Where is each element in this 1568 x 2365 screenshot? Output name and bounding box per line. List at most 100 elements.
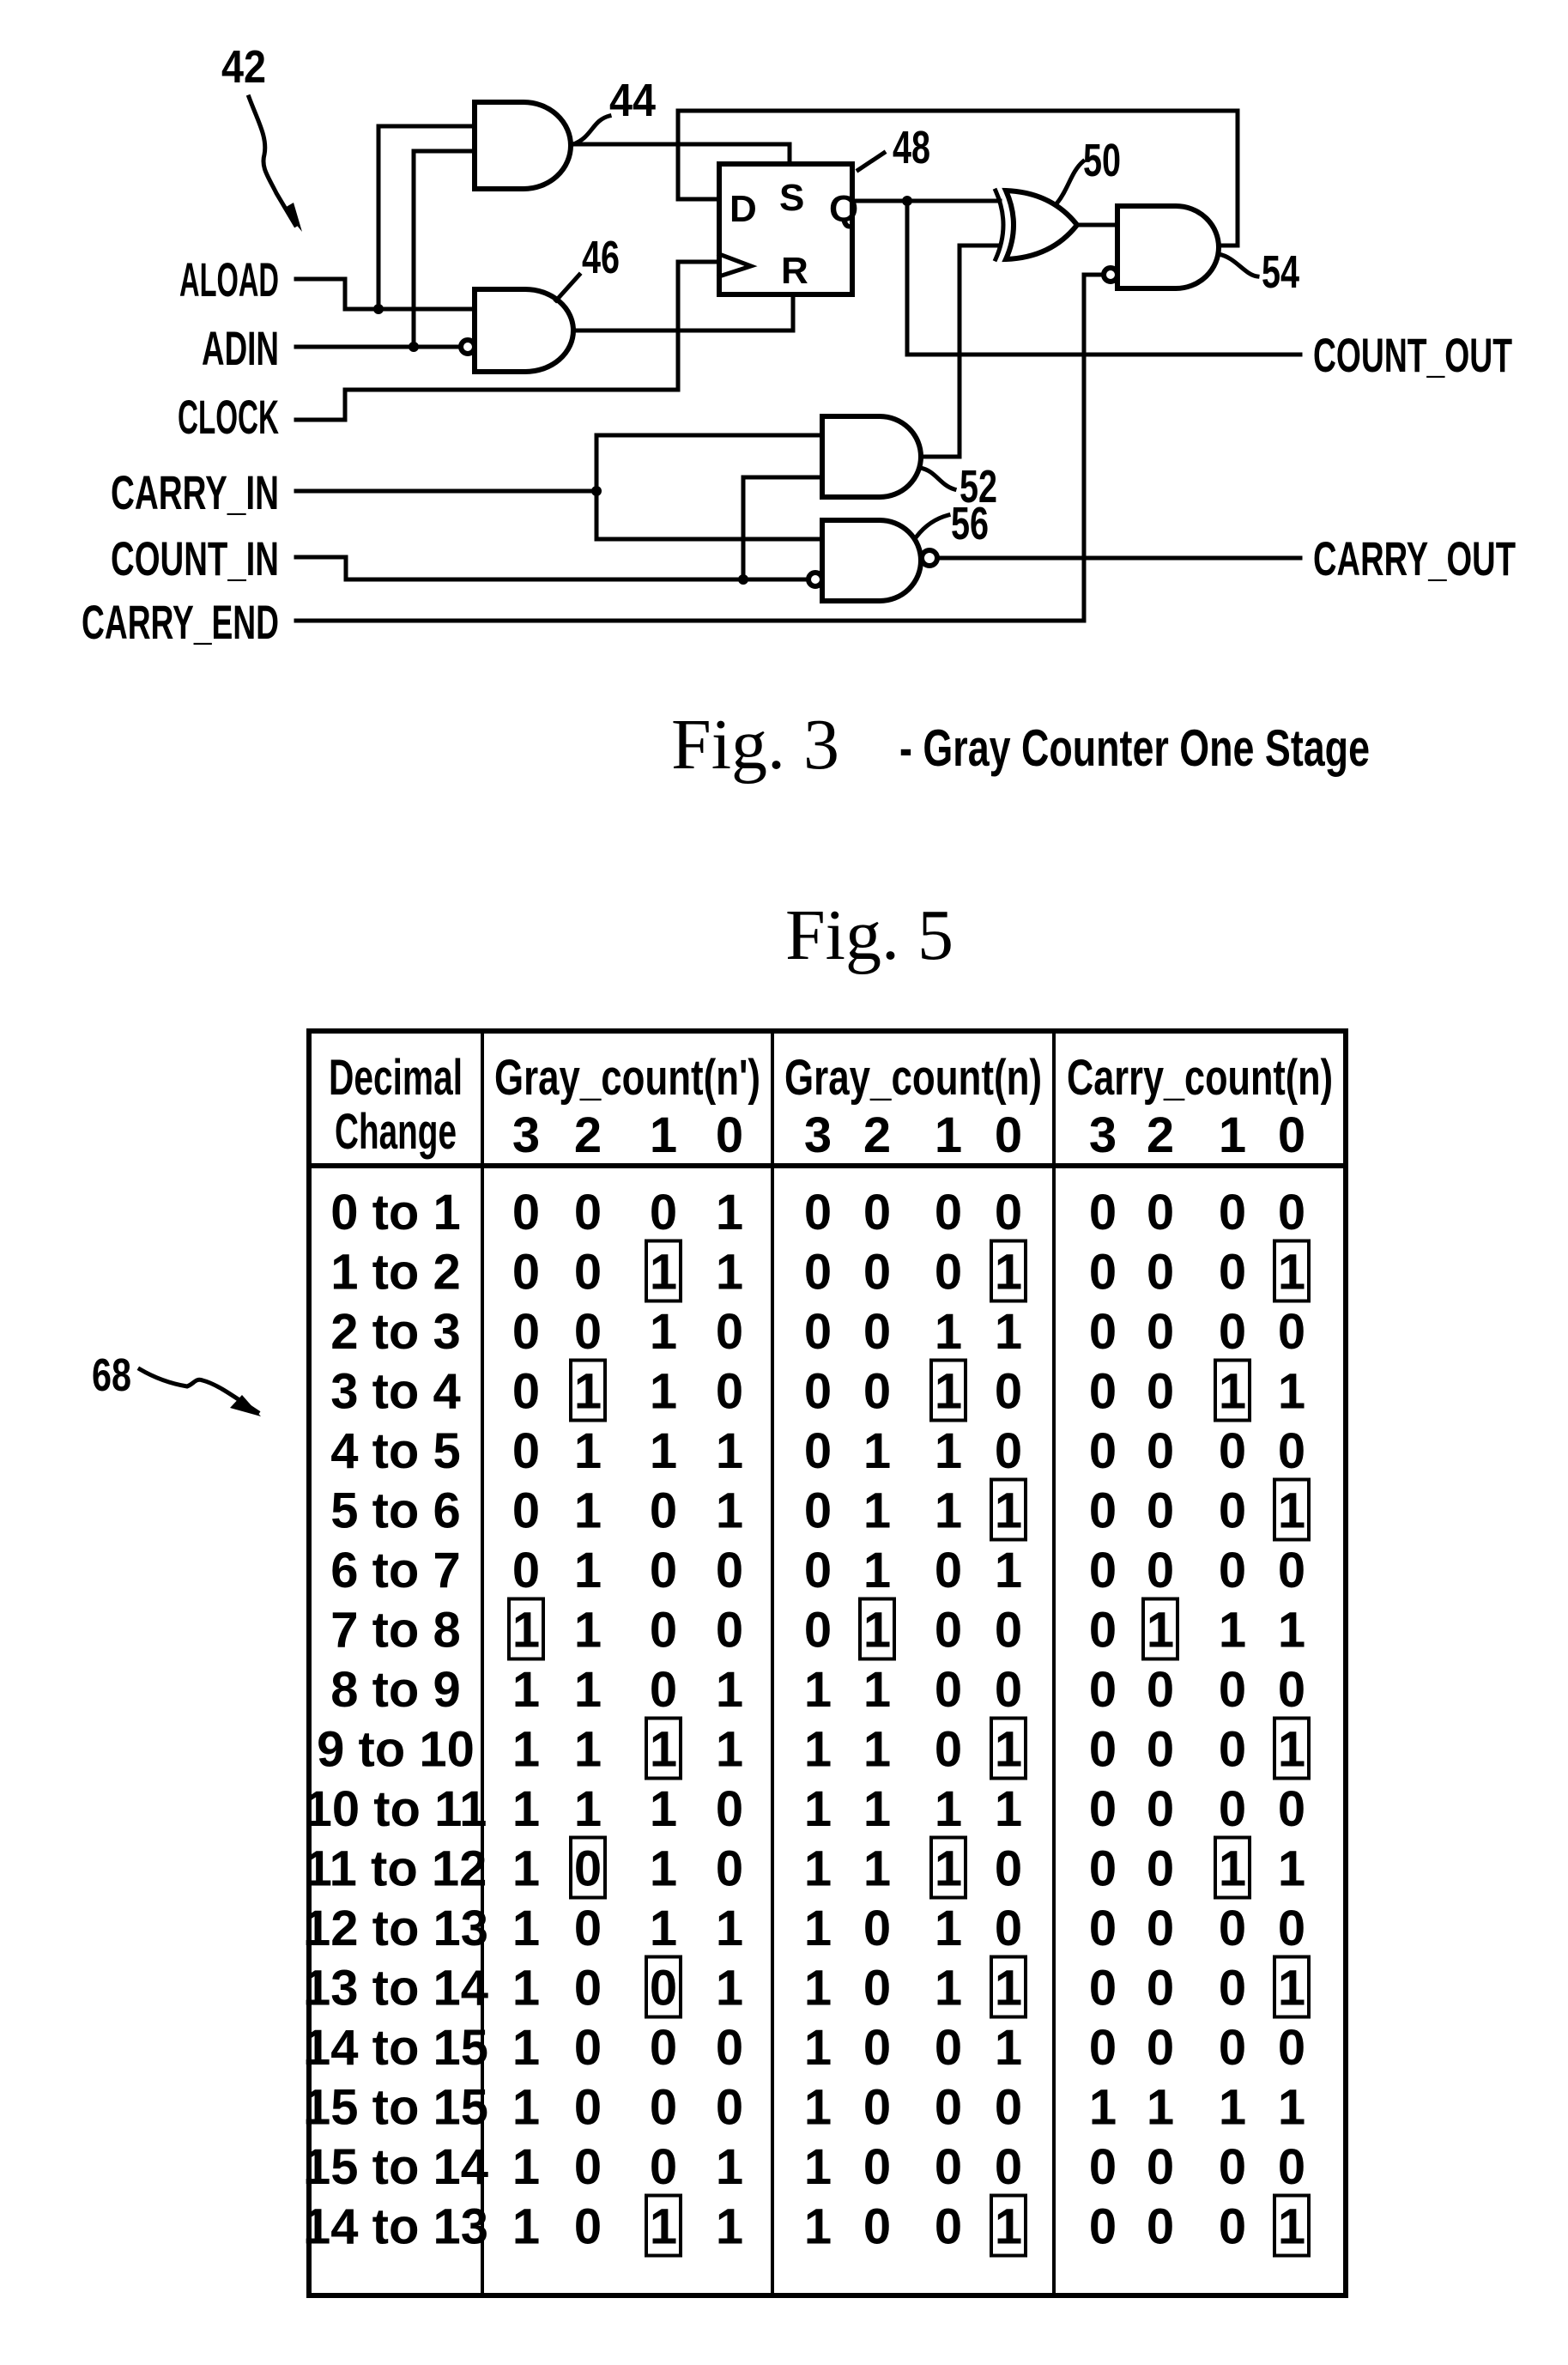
xor50-ref: 50 (1083, 135, 1121, 186)
bit-cell: 0 (1089, 2139, 1117, 2195)
bit-cell: 1 (1089, 2080, 1117, 2136)
bit-cell: 0 (1147, 1961, 1174, 2016)
bit-cell: 0 (935, 1185, 962, 1240)
input-label-clock: CLOCK (178, 390, 279, 444)
bit-cell: 1 (650, 1781, 677, 1837)
table-header: Decimal Change Gray_count(n') Gray_count… (329, 1050, 1333, 1163)
bit-cell: 1 (935, 1423, 962, 1479)
bit-cell: 1 (574, 1603, 602, 1659)
bit-cell: 0 (1219, 2139, 1246, 2195)
flipflop-48: D S Q R 48 (716, 122, 930, 297)
bit-cell: 0 (574, 2020, 602, 2076)
bit-cell: 0 (716, 1543, 743, 1598)
bit-cell: 0 (1089, 1662, 1117, 1718)
bit-cell: 0 (1147, 1185, 1174, 1240)
header-decimal: Decimal (329, 1050, 463, 1106)
bit-cell: 1 (512, 1841, 540, 1897)
input-labels: ALOAD ADIN CLOCK CARRY_IN COUNT_IN CARRY… (82, 252, 279, 649)
bit-cell: 0 (650, 2020, 677, 2076)
bit-cell: 1 (716, 1901, 743, 1956)
bit-cell: 1 (804, 2199, 832, 2255)
bit-cell: 0 (716, 1781, 743, 1837)
table-row: 1 to 2001100010001 (330, 1239, 1311, 1303)
ref-label-42: 42 (221, 41, 266, 93)
bit-cell: 1 (804, 2080, 832, 2136)
bit-cell: 0 (716, 1841, 743, 1897)
bit-cell: 1 (512, 1781, 540, 1837)
bit-cell: 1 (512, 1662, 540, 1718)
bit-cell: 0 (935, 1543, 962, 1598)
table-row: 3 to 4011000100011 (330, 1358, 1305, 1422)
bit-cell: 1 (863, 1543, 891, 1598)
table-row: 8 to 9110111000000 (330, 1662, 1305, 1718)
and-gate-44-shape (472, 100, 573, 191)
bit-cell: 0 (1089, 1185, 1117, 1240)
bit-cell: 0 (863, 1364, 891, 1420)
bit-cell: 1 (863, 1781, 891, 1837)
ff-pin-r: R (781, 250, 808, 292)
gate46-ref: 46 (582, 232, 620, 283)
bit-cell: 1 (574, 1364, 602, 1420)
inversion-bubble (1101, 265, 1120, 284)
bit-cell: 0 (650, 1185, 677, 1240)
bit-cell: 0 (804, 1185, 832, 1240)
bit-cell: 0 (804, 1423, 832, 1479)
bit-cell: 1 (512, 2080, 540, 2136)
table-row: 9 to 10 1 1 1 1 1 1 0 1 0 0 0 1 (317, 1716, 1311, 1780)
table-row: 11 to 12 1 0 1 0 1 1 1 0 0 0 1 1 (305, 1835, 1305, 1900)
junction-dot (409, 342, 419, 352)
bit-header-3: 3 (804, 1107, 832, 1163)
bit-cell: 0 (1089, 1304, 1117, 1360)
fig3-caption-number: Fig. 3 (671, 705, 839, 785)
bit-cell: 0 (995, 2080, 1022, 2136)
bit-cell: 1 (995, 2020, 1022, 2076)
bit-cell: 1 (804, 1901, 832, 1956)
bit-cell: 0 (1219, 1722, 1246, 1778)
bit-cell: 0 (1278, 1543, 1305, 1598)
table-row: 15 to 14 1 0 0 1 1 0 0 0 0 0 0 0 (303, 2139, 1305, 2195)
bit-cell: 1 (995, 1245, 1022, 1301)
bit-cell: 0 (1089, 1781, 1117, 1837)
bit-cell: 1 (995, 1781, 1022, 1837)
bit-cell: 0 (1219, 2020, 1246, 2076)
and-gate-54-shape (1115, 203, 1221, 291)
ref-label-68: 68 (92, 1349, 131, 1401)
bit-cell: 0 (1219, 1185, 1246, 1240)
gate44-leader (570, 112, 613, 148)
wire-aload (294, 276, 477, 312)
bit-header-0: 0 (716, 1107, 743, 1163)
bit-cell: 0 (935, 2139, 962, 2195)
xor-gate-50: 50 (992, 135, 1121, 263)
bit-cell: 0 (1219, 2199, 1246, 2255)
bit-header-1: 1 (935, 1107, 962, 1163)
bit-cell: 0 (1219, 1304, 1246, 1360)
bit-cell: 0 (716, 2020, 743, 2076)
table-row: 12 to 13 1 0 1 1 1 0 1 0 0 0 0 0 (303, 1901, 1305, 1956)
bit-cell: 0 (1219, 1781, 1246, 1837)
bit-cell: 0 (995, 1603, 1022, 1659)
bit-cell: 1 (716, 2139, 743, 2195)
bit-cell: 0 (863, 1961, 891, 2016)
and52-leader (917, 465, 958, 493)
bit-cell: 0 (1089, 1603, 1117, 1659)
bit-cell: 1 (935, 1961, 962, 2016)
junction-dot (902, 196, 912, 206)
decimal-change-cell: 2 to 3 (330, 1304, 461, 1360)
decimal-change-cell: 12 to 13 (303, 1901, 488, 1956)
input-label-adin: ADIN (202, 321, 279, 375)
ff-pin-d: D (730, 188, 757, 230)
junction-dot (738, 574, 748, 585)
bit-cell: 1 (995, 1722, 1022, 1778)
bit-cell: 0 (1219, 1961, 1246, 2016)
bit-cell: 1 (935, 1304, 962, 1360)
bit-header-2: 2 (574, 1107, 602, 1163)
wire-aload-to-gate44 (376, 124, 477, 312)
bit-cell: 0 (512, 1245, 540, 1301)
bit-cell: 0 (1089, 1841, 1117, 1897)
xor-gate-50-shape (1002, 187, 1081, 263)
bit-header-2: 2 (1147, 1107, 1174, 1163)
bit-cell: 0 (1278, 2020, 1305, 2076)
and-gate-54: 54 (1101, 203, 1299, 298)
table-row: 4 to 5011101100000 (330, 1423, 1305, 1479)
bit-cell: 1 (650, 1901, 677, 1956)
